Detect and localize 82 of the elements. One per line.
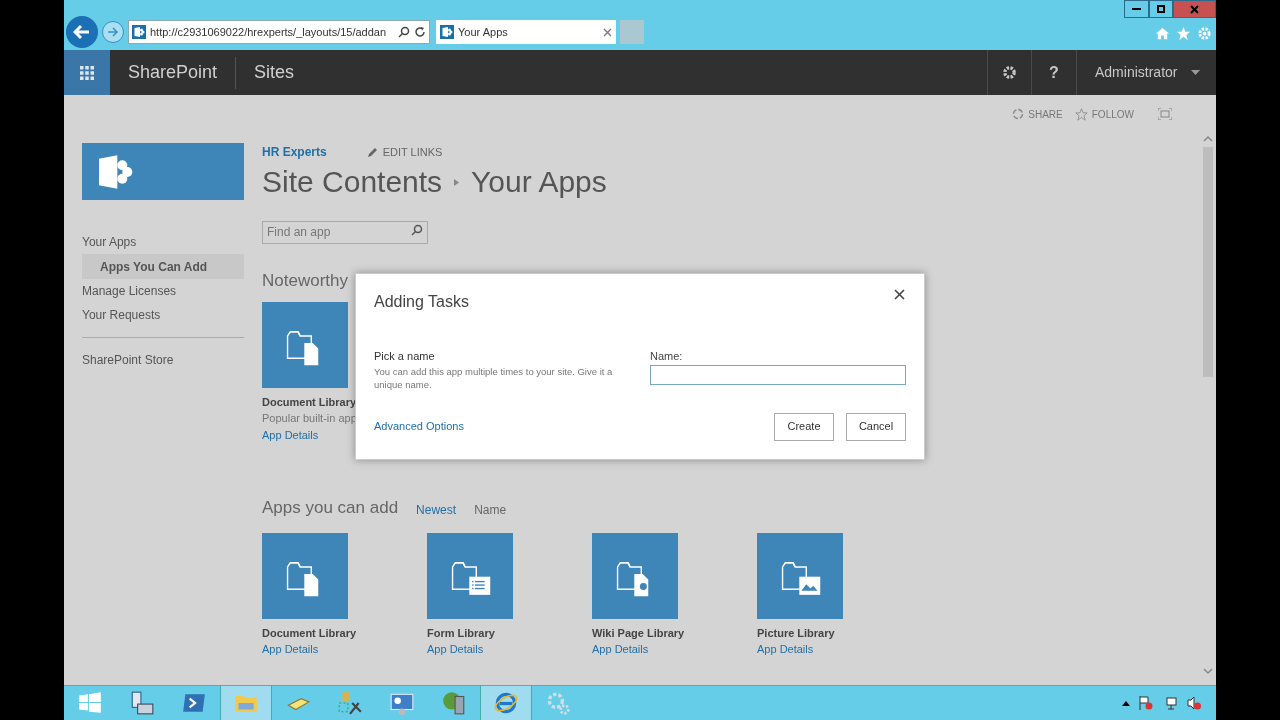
create-button[interactable]: Create [774,412,834,441]
scrollbar[interactable] [1200,135,1216,675]
app-tile[interactable] [262,301,348,388]
app-name: Document Library [262,394,358,410]
browser-icon[interactable] [493,690,519,716]
nav-item[interactable]: Apps You Can Add [82,254,244,279]
close-icon [894,288,905,300]
search-field[interactable]: Find an app [262,220,428,244]
edit-links-button[interactable]: EDIT LINKS [366,143,443,161]
close-icon [1190,4,1199,14]
app-launcher-button[interactable] [64,50,110,95]
sites-link[interactable]: Sites [254,59,295,86]
follow-link[interactable]: FOLLOW [1074,106,1134,122]
dialog-title: Adding Tasks [374,292,469,312]
app-name: Document Library [262,625,358,641]
breadcrumb-item[interactable]: Site Contents [262,163,443,201]
tray-expand-icon[interactable] [1122,700,1130,706]
tab-title: Your Apps [458,24,509,40]
site-link[interactable]: HR Experts [262,143,327,161]
advanced-options-link[interactable]: Advanced Options [374,418,464,435]
section-description: You can add this app multiple times to your site. Give it a unique name. [374,364,614,391]
server-rack-icon[interactable] [441,690,467,716]
server-manager-icon[interactable] [129,690,155,716]
minimize-button[interactable] [1124,0,1149,18]
app-tile[interactable] [427,532,513,619]
user-menu[interactable]: Administrator [1076,50,1216,95]
close-button[interactable] [894,288,906,300]
scroll-up-icon[interactable] [1203,135,1213,143]
browser-tab[interactable]: Your Apps [436,20,616,44]
app-name: Wiki Page Library [592,625,686,641]
share-link[interactable]: SHARE [1012,106,1063,122]
nav-item[interactable]: SharePoint Store [82,348,244,372]
close-button[interactable] [1173,0,1216,18]
sharepoint-icon [133,26,145,38]
breadcrumb-item[interactable]: Your Apps [471,163,607,201]
close-icon[interactable] [603,27,612,37]
back-arrow-icon [73,23,91,41]
nav-item[interactable]: Your Requests [82,303,244,327]
sharepoint-icon [441,26,453,38]
sort-option[interactable]: Newest [416,500,457,519]
app-tile[interactable] [262,532,348,619]
app-details-link[interactable]: App Details [757,641,907,658]
app-details-link[interactable]: App Details [427,641,577,658]
star-icon [1074,107,1088,121]
refresh-icon[interactable] [414,26,426,38]
app-details-link[interactable]: App Details [262,641,412,658]
nav-item[interactable]: Manage Licenses [82,279,244,303]
app-tile[interactable] [592,532,678,619]
app-name: Picture Library [757,625,836,641]
brand-name[interactable]: SharePoint [128,59,218,86]
nav-item[interactable]: Your Apps [82,230,244,254]
name-field[interactable] [650,364,906,385]
section-heading: Apps you can add [262,497,399,519]
tools-icon[interactable] [337,690,363,716]
forward-arrow-icon [107,26,119,38]
sort-option[interactable]: Name [474,500,507,519]
cancel-button[interactable]: Cancel [846,412,906,441]
app-details-link[interactable]: App Details [592,641,742,658]
site-logo[interactable] [82,143,244,200]
share-icon [1012,108,1025,120]
app-name: Form Library [427,625,496,641]
help-button[interactable]: ? [1031,50,1076,95]
forward-button[interactable] [102,21,124,43]
taskbar-button[interactable] [480,686,532,720]
section-title: Pick a name [374,349,436,364]
address-bar[interactable]: http://c2931069022/hrexperts/_layouts/15/addan [128,20,430,44]
search-icon[interactable] [411,224,423,236]
flag-icon[interactable] [1138,695,1154,711]
waffle-icon [80,65,94,80]
field-label: Name: [650,349,684,364]
section-heading: Noteworthy [262,270,349,292]
pencil-icon [366,146,378,158]
scroll-down-icon[interactable] [1203,667,1213,675]
breadcrumb-separator-icon [454,178,460,186]
app-tile[interactable] [757,532,843,619]
settings-icon [1002,65,1017,80]
search-icon[interactable] [398,26,410,38]
back-button[interactable] [66,16,98,48]
address-text: http://c2931069022/hrexperts/_layouts/15/addan [150,24,388,40]
volume-icon[interactable] [1186,695,1202,711]
caret-icon [1191,70,1201,75]
star-icon[interactable] [1176,26,1191,41]
